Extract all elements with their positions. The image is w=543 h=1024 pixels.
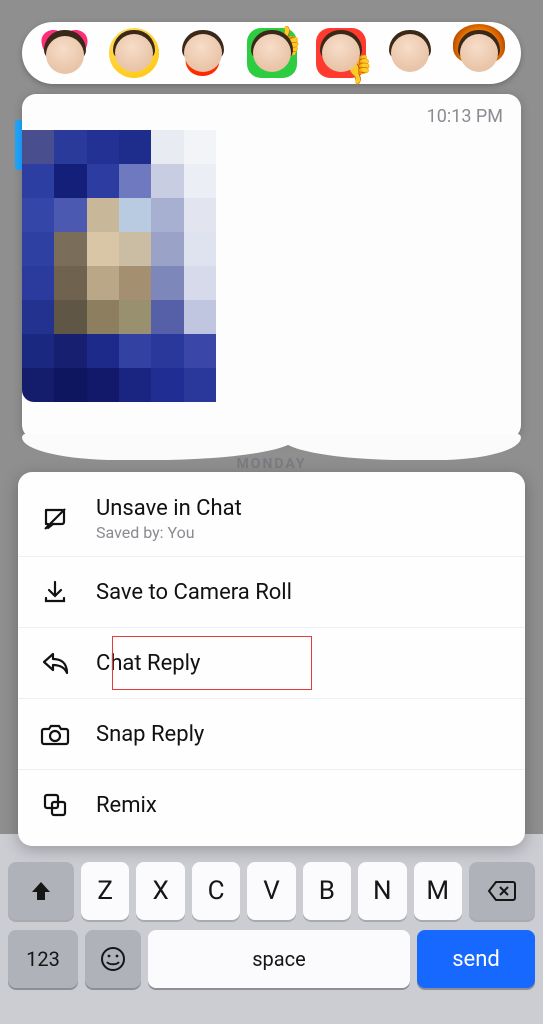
send-key[interactable]: send bbox=[417, 930, 535, 988]
unsave-icon bbox=[40, 504, 70, 534]
reaction-love[interactable] bbox=[40, 28, 90, 78]
reaction-thumbs-up[interactable] bbox=[247, 28, 297, 78]
reaction-laugh[interactable] bbox=[109, 28, 159, 78]
reaction-thumbs-down[interactable] bbox=[316, 28, 366, 78]
message-timestamp: 10:13 PM bbox=[427, 106, 503, 127]
key-b[interactable]: B bbox=[303, 862, 351, 920]
menu-label: Remix bbox=[96, 793, 157, 818]
reaction-neutral[interactable] bbox=[385, 28, 435, 78]
key-z[interactable]: Z bbox=[81, 862, 129, 920]
menu-chat-reply[interactable]: Chat Reply bbox=[18, 627, 525, 698]
menu-remix[interactable]: Remix bbox=[18, 769, 525, 840]
menu-label: Snap Reply bbox=[96, 722, 204, 747]
message-card[interactable]: 10:13 PM bbox=[22, 94, 521, 439]
keyboard-bottom-row: 123 space send bbox=[8, 930, 535, 988]
key-v[interactable]: V bbox=[247, 862, 295, 920]
space-key[interactable]: space bbox=[148, 930, 410, 988]
key-m[interactable]: M bbox=[414, 862, 462, 920]
context-menu: Unsave in Chat Saved by: You Save to Cam… bbox=[18, 472, 525, 846]
camera-icon bbox=[40, 719, 70, 749]
menu-save-camera-roll[interactable]: Save to Camera Roll bbox=[18, 556, 525, 627]
reply-icon bbox=[40, 648, 70, 678]
menu-sublabel: Saved by: You bbox=[96, 523, 242, 542]
backspace-key[interactable] bbox=[469, 862, 535, 920]
message-image-blurred bbox=[22, 130, 216, 402]
shift-key[interactable] bbox=[8, 862, 74, 920]
reaction-bar bbox=[22, 22, 521, 84]
key-c[interactable]: C bbox=[192, 862, 240, 920]
remix-icon bbox=[40, 790, 70, 820]
download-icon bbox=[40, 577, 70, 607]
menu-snap-reply[interactable]: Snap Reply bbox=[18, 698, 525, 769]
reaction-fire[interactable] bbox=[178, 28, 228, 78]
menu-label: Save to Camera Roll bbox=[96, 580, 292, 605]
key-n[interactable]: N bbox=[358, 862, 406, 920]
menu-label: Unsave in Chat bbox=[96, 496, 242, 521]
menu-unsave-in-chat[interactable]: Unsave in Chat Saved by: You bbox=[18, 478, 525, 556]
emoji-key[interactable] bbox=[85, 930, 141, 988]
menu-label: Chat Reply bbox=[96, 651, 200, 676]
numeric-key[interactable]: 123 bbox=[8, 930, 78, 988]
keyboard-letter-row: Z X C V B N M bbox=[8, 862, 535, 920]
day-separator: MONDAY bbox=[0, 456, 543, 472]
reaction-mind-blown[interactable] bbox=[454, 28, 504, 78]
key-x[interactable]: X bbox=[136, 862, 184, 920]
